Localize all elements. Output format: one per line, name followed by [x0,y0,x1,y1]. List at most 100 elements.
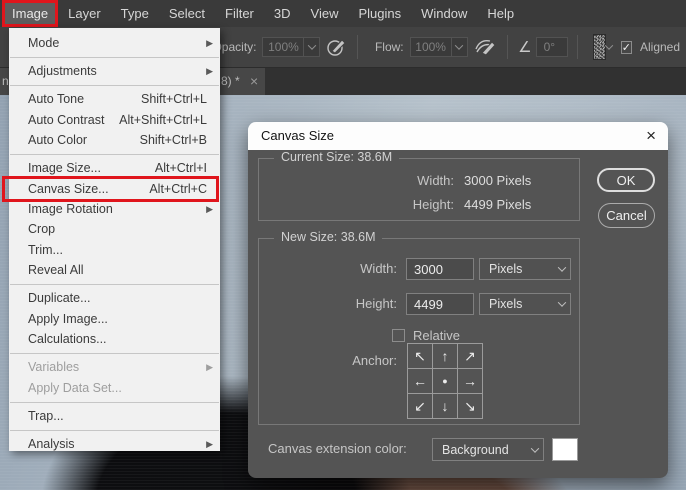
menu-item-duplicate[interactable]: Duplicate... [9,288,220,308]
pressure-opacity-icon[interactable] [326,35,348,59]
anchor-center[interactable]: ● [433,369,457,393]
angle-field[interactable]: 0° [536,37,568,57]
dialog-close-icon[interactable]: × [646,126,656,146]
menu-separator [10,154,219,155]
menu-3d[interactable]: 3D [264,0,301,27]
anchor-left[interactable]: ← [408,369,432,393]
menu-separator [10,402,219,403]
menu-separator [10,430,219,431]
current-size-group: Current Size: 38.6M Width: 3000 Pixels H… [258,158,580,221]
dialog-title: Canvas Size [261,128,334,143]
menu-item-image-rotation[interactable]: Image Rotation▶ [9,199,220,219]
menu-item-auto-contrast[interactable]: Auto ContrastAlt+Shift+Ctrl+L [9,110,220,130]
new-size-group: New Size: 38.6M Width: Pixels Height: Pi… [258,238,580,425]
menu-item-trap[interactable]: Trap... [9,406,220,426]
anchor-top-right[interactable]: ↗ [458,344,482,368]
ok-button[interactable]: OK [597,168,655,192]
dialog-title-bar[interactable]: Canvas Size × [248,122,668,150]
aligned-label: Aligned [640,40,680,54]
menu-view[interactable]: View [301,0,349,27]
chevron-down-icon [527,439,543,460]
anchor-grid: ↖ ↑ ↗ ← ● → ↙ ↓ ↘ [407,343,483,419]
menu-item-auto-tone[interactable]: Auto ToneShift+Ctrl+L [9,89,220,109]
image-menu-dropdown: Mode▶ Adjustments▶ Auto ToneShift+Ctrl+L… [9,28,220,451]
new-width-input[interactable] [406,258,474,280]
new-height-input[interactable] [406,293,474,315]
dialog-body: Current Size: 38.6M Width: 3000 Pixels H… [248,150,668,478]
anchor-right[interactable]: → [458,369,482,393]
current-height-label: Height: [259,195,454,215]
menu-select[interactable]: Select [159,0,215,27]
menu-item-apply-data-set[interactable]: Apply Data Set... [9,378,220,398]
submenu-arrow-icon: ▶ [206,33,213,53]
airbrush-icon[interactable] [474,35,498,59]
relative-checkbox[interactable] [392,329,405,342]
photoshop-window: Image Layer Type Select Filter 3D View P… [0,0,686,490]
menu-separator [10,353,219,354]
menu-type[interactable]: Type [111,0,159,27]
menu-item-apply-image[interactable]: Apply Image... [9,309,220,329]
menu-image[interactable]: Image [2,0,58,27]
anchor-bottom-right[interactable]: ↘ [458,394,482,418]
canvas-size-dialog: Canvas Size × Current Size: 38.6M Width:… [248,122,668,478]
chevron-down-icon[interactable] [451,38,467,56]
menu-item-trim[interactable]: Trim... [9,240,220,260]
new-size-legend: New Size: 38.6M [274,230,382,244]
tab-title-fragment: 8) * [221,74,240,88]
submenu-arrow-icon: ▶ [206,199,213,219]
menu-layer[interactable]: Layer [58,0,111,27]
submenu-arrow-icon: ▶ [206,434,213,454]
menu-item-analysis[interactable]: Analysis▶ [9,434,220,454]
height-unit-dropdown[interactable]: Pixels [479,293,571,315]
menu-item-adjustments[interactable]: Adjustments▶ [9,61,220,81]
submenu-arrow-icon: ▶ [206,61,213,81]
menu-bar: Image Layer Type Select Filter 3D View P… [0,0,686,27]
menu-help[interactable]: Help [477,0,524,27]
current-height-value: 4499 Pixels [464,195,579,215]
menu-item-variables[interactable]: Variables▶ [9,357,220,377]
chevron-down-icon [554,259,570,279]
menu-item-crop[interactable]: Crop [9,219,220,239]
canvas-extension-color-label: Canvas extension color: [268,441,407,456]
tab-close-icon[interactable]: × [250,73,258,89]
opacity-field[interactable]: 100% [262,37,320,57]
menu-item-image-size[interactable]: Image Size...Alt+Ctrl+I [9,158,220,178]
anchor-label: Anchor: [319,350,397,372]
menu-item-auto-color[interactable]: Auto ColorShift+Ctrl+B [9,130,220,150]
new-width-label: Width: [259,258,397,280]
flow-field[interactable]: 100% [410,37,468,57]
chevron-down-icon [554,294,570,314]
chevron-down-icon[interactable] [303,38,319,56]
menu-separator [10,85,219,86]
angle-icon: ∠ [518,38,531,56]
cancel-button[interactable]: Cancel [598,203,655,228]
aligned-checkbox[interactable]: ✓ [621,41,632,54]
flow-label: Flow: [375,40,404,54]
relative-label: Relative [413,328,460,343]
flow-value: 100% [411,40,451,54]
anchor-top-left[interactable]: ↖ [408,344,432,368]
submenu-arrow-icon: ▶ [206,357,213,377]
menu-plugins[interactable]: Plugins [348,0,411,27]
menu-separator [10,57,219,58]
width-unit-dropdown[interactable]: Pixels [479,258,571,280]
menu-item-canvas-size[interactable]: Canvas Size...Alt+Ctrl+C [9,179,220,199]
menu-item-reveal-all[interactable]: Reveal All [9,260,220,280]
menu-separator [10,284,219,285]
current-size-legend: Current Size: 38.6M [274,150,399,164]
anchor-bottom-left[interactable]: ↙ [408,394,432,418]
new-height-label: Height: [259,293,397,315]
pattern-picker-chevron[interactable] [606,34,613,60]
opacity-value: 100% [263,40,303,54]
menu-window[interactable]: Window [411,0,477,27]
menu-filter[interactable]: Filter [215,0,264,27]
menu-item-calculations[interactable]: Calculations... [9,329,220,349]
extension-color-swatch[interactable] [552,438,578,461]
current-width-label: Width: [259,171,454,191]
canvas-extension-color-dropdown[interactable]: Background [432,438,544,461]
menu-item-mode[interactable]: Mode▶ [9,33,220,53]
anchor-bottom[interactable]: ↓ [433,394,457,418]
anchor-top[interactable]: ↑ [433,344,457,368]
pattern-thumbnail[interactable] [593,34,607,60]
current-width-value: 3000 Pixels [464,171,579,191]
